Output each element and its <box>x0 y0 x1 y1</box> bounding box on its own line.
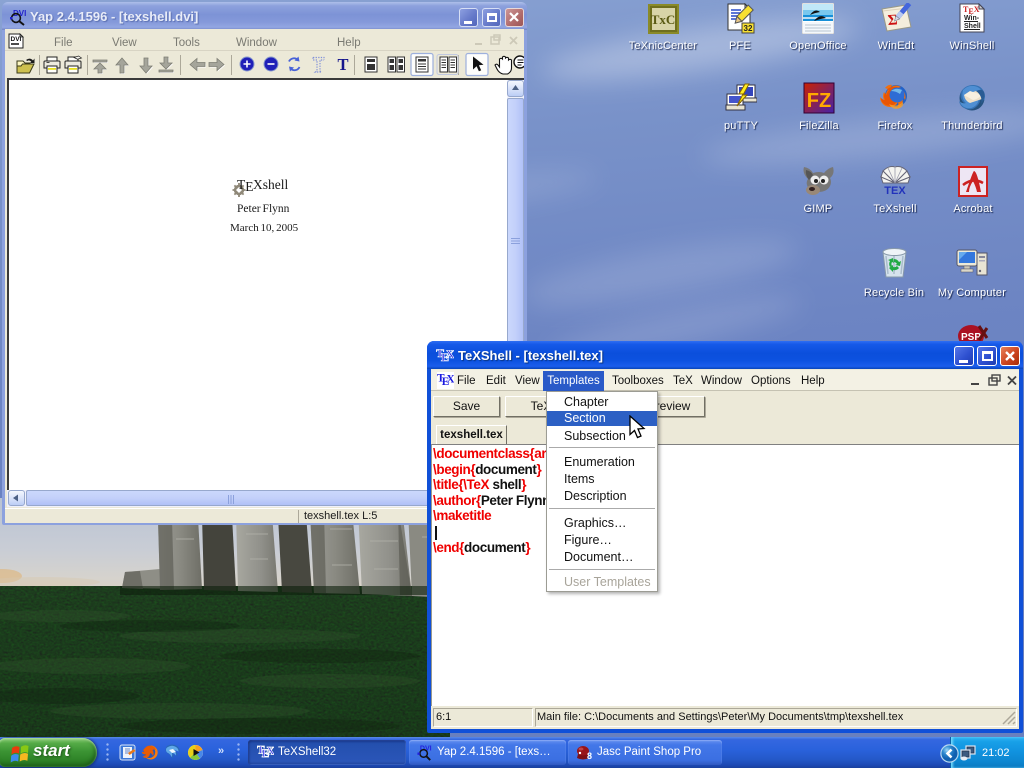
svg-text:FZ: FZ <box>807 90 831 112</box>
svg-text:X: X <box>446 373 454 385</box>
svg-text:Win-: Win- <box>964 15 980 22</box>
svg-text:T: T <box>337 55 348 74</box>
svg-text:8: 8 <box>587 751 592 761</box>
svg-text:TEX: TEX <box>884 185 906 197</box>
svg-text:DVI: DVI <box>420 745 432 753</box>
svg-text:Shell: Shell <box>964 23 981 30</box>
svg-text:TxC: TxC <box>651 12 676 27</box>
svg-text:X: X <box>266 745 274 757</box>
svg-text:32: 32 <box>744 24 753 33</box>
svg-text:X: X <box>446 347 454 361</box>
